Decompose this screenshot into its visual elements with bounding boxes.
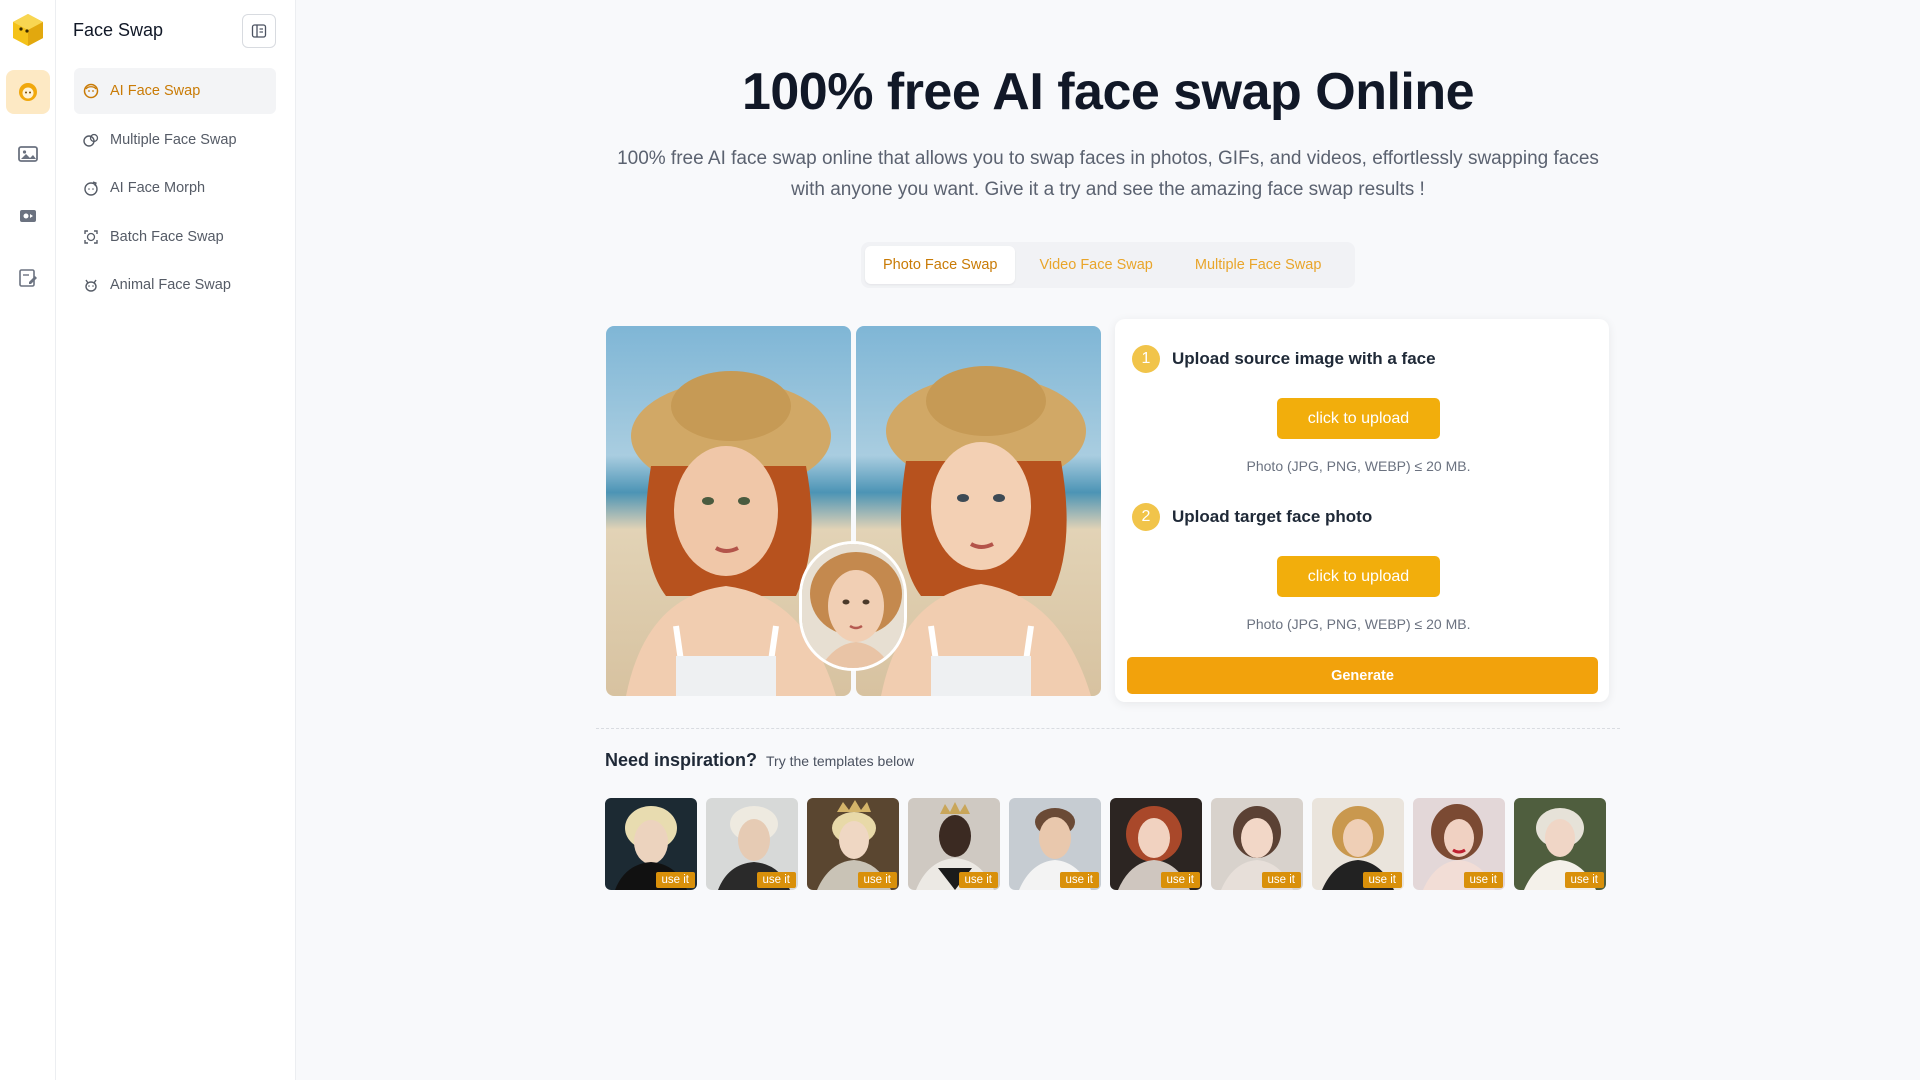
template-gallery: use it use it use it use it use it use i… xyxy=(605,798,1606,890)
generate-button[interactable]: Generate xyxy=(1127,657,1598,694)
template-item[interactable]: use it xyxy=(1413,798,1505,890)
sidebar-item-label: Batch Face Swap xyxy=(110,229,224,245)
upload-target-button[interactable]: click to upload xyxy=(1277,556,1440,597)
sidebar-item-batch-face-swap[interactable]: Batch Face Swap xyxy=(74,214,276,260)
step-label: Upload source image with a face xyxy=(1172,349,1436,368)
use-template-button[interactable]: use it xyxy=(655,872,695,888)
sidebar-item-label: Multiple Face Swap xyxy=(110,132,237,148)
use-template-button[interactable]: use it xyxy=(1564,872,1604,888)
sidebar-toggle-icon xyxy=(251,24,267,38)
template-item[interactable]: use it xyxy=(807,798,899,890)
use-template-button[interactable]: use it xyxy=(958,872,998,888)
rail-photo-edit-button[interactable] xyxy=(6,194,50,238)
sidebar-item-ai-face-swap[interactable]: AI Face Swap xyxy=(74,68,276,114)
step-number: 1 xyxy=(1132,345,1160,373)
upload-source-button[interactable]: click to upload xyxy=(1277,398,1440,439)
icon-rail xyxy=(0,0,56,1080)
template-item[interactable]: use it xyxy=(706,798,798,890)
image-icon xyxy=(18,146,38,162)
face-icon xyxy=(82,82,100,100)
rail-image-button[interactable] xyxy=(6,132,50,176)
face-swap-icon xyxy=(19,83,37,101)
upload-panel: 1 Upload source image with a face click … xyxy=(1115,319,1609,702)
sidebar-item-label: AI Face Swap xyxy=(110,83,201,99)
use-template-button[interactable]: use it xyxy=(1160,872,1200,888)
photo-edit-icon xyxy=(20,210,36,222)
template-item[interactable]: use it xyxy=(1514,798,1606,890)
use-template-button[interactable]: use it xyxy=(1059,872,1099,888)
rail-edit-doc-button[interactable] xyxy=(6,256,50,300)
section-divider xyxy=(596,728,1620,729)
sidebar-item-animal-face-swap[interactable]: Animal Face Swap xyxy=(74,262,276,308)
sidebar-item-multiple-face-swap[interactable]: Multiple Face Swap xyxy=(74,117,276,163)
step-number: 2 xyxy=(1132,503,1160,531)
sidebar: Face Swap AI Face Swap Multiple Face Swa… xyxy=(56,0,296,1080)
animal-icon xyxy=(82,276,100,294)
edit-doc-icon xyxy=(19,269,37,287)
upload-target-hint: Photo (JPG, PNG, WEBP) ≤ 20 MB. xyxy=(1246,616,1471,632)
page-subtitle: 100% free AI face swap online that allow… xyxy=(617,148,1599,200)
tab-photo-face-swap[interactable]: Photo Face Swap xyxy=(865,246,1016,284)
step-2: 2 Upload target face photo xyxy=(1132,503,1372,531)
target-face-image xyxy=(799,541,907,671)
morph-icon xyxy=(82,179,100,197)
use-template-button[interactable]: use it xyxy=(1261,872,1301,888)
template-item[interactable]: use it xyxy=(1211,798,1303,890)
example-preview xyxy=(606,326,1101,696)
swap-mode-tabs: Photo Face Swap Video Face Swap Multiple… xyxy=(861,242,1355,288)
batch-icon xyxy=(82,228,100,246)
upload-source-hint: Photo (JPG, PNG, WEBP) ≤ 20 MB. xyxy=(1246,458,1471,474)
step-label: Upload target face photo xyxy=(1172,507,1373,526)
use-template-button[interactable]: use it xyxy=(857,872,897,888)
tab-multiple-face-swap[interactable]: Multiple Face Swap xyxy=(1177,246,1340,284)
step-1: 1 Upload source image with a face xyxy=(1132,345,1436,373)
collapse-sidebar-button[interactable] xyxy=(242,14,276,48)
use-template-button[interactable]: use it xyxy=(1463,872,1503,888)
template-item[interactable]: use it xyxy=(908,798,1000,890)
sidebar-item-ai-face-morph[interactable]: AI Face Morph xyxy=(74,165,276,211)
rail-face-swap-button[interactable] xyxy=(6,70,50,114)
template-item[interactable]: use it xyxy=(605,798,697,890)
app-title: Face Swap xyxy=(73,20,164,40)
inspiration-subheading: Try the templates below xyxy=(766,753,915,769)
page-title: 100% free AI face swap Online xyxy=(741,63,1475,121)
multi-face-icon xyxy=(82,131,100,149)
template-item[interactable]: use it xyxy=(1312,798,1404,890)
use-template-button[interactable]: use it xyxy=(1362,872,1402,888)
sidebar-item-label: Animal Face Swap xyxy=(110,277,231,293)
template-item[interactable]: use it xyxy=(1009,798,1101,890)
template-item[interactable]: use it xyxy=(1110,798,1202,890)
app-logo[interactable] xyxy=(9,11,47,49)
sidebar-item-label: AI Face Morph xyxy=(110,180,206,196)
inspiration-heading: Need inspiration? xyxy=(605,750,758,770)
tab-video-face-swap[interactable]: Video Face Swap xyxy=(1021,246,1170,284)
inspiration-header: Need inspiration? Try the templates belo… xyxy=(605,750,914,771)
use-template-button[interactable]: use it xyxy=(756,872,796,888)
